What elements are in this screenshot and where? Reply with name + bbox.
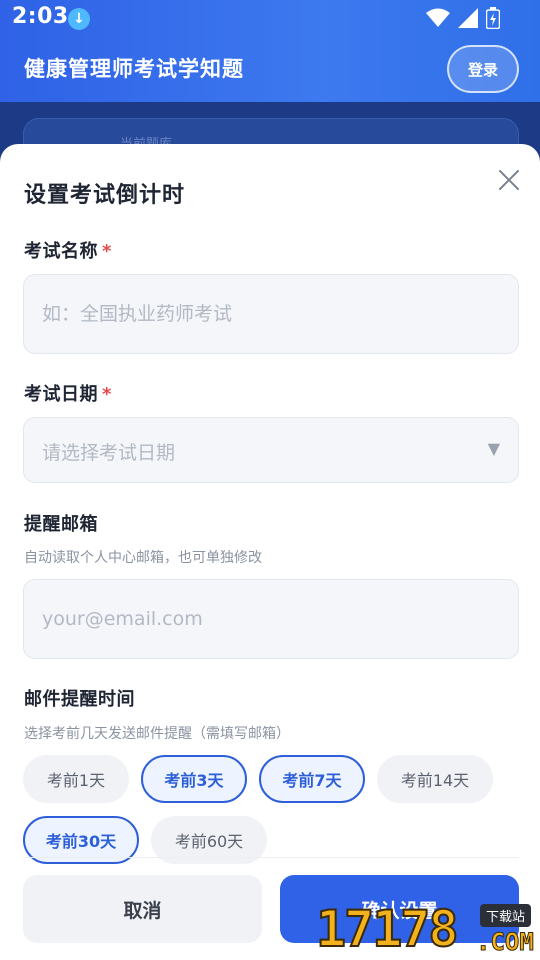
reminder-chip-1[interactable]: 考前1天 bbox=[23, 755, 129, 803]
countdown-sheet: 设置考试倒计时 考试名称* 考试日期* 请选择考试日期 ▼ 提醒邮箱 自动读取个… bbox=[0, 144, 540, 960]
wifi-icon bbox=[426, 8, 450, 27]
email-field[interactable] bbox=[23, 579, 519, 659]
download-icon: ↓ bbox=[68, 8, 90, 30]
reminder-chip-7[interactable]: 考前7天 bbox=[259, 755, 365, 803]
footer-divider bbox=[23, 857, 519, 858]
close-icon[interactable] bbox=[497, 168, 521, 192]
required-mark: * bbox=[102, 241, 112, 262]
exam-name-field[interactable] bbox=[23, 274, 519, 354]
exam-date-label: 考试日期 * bbox=[24, 384, 112, 405]
watermark-tag: 下载站 bbox=[480, 904, 532, 927]
status-icons bbox=[426, 7, 500, 29]
required-mark: * bbox=[102, 384, 112, 405]
exam-name-input[interactable] bbox=[24, 275, 518, 353]
email-hint: 自动读取个人中心邮箱，也可单独修改 bbox=[24, 550, 262, 566]
reminder-chip-3[interactable]: 考前3天 bbox=[141, 755, 247, 803]
status-bar: 2:03 ↓ bbox=[0, 0, 540, 36]
email-label: 提醒邮箱 bbox=[24, 514, 98, 535]
reminder-hint: 选择考前几天发送邮件提醒（需填写邮箱） bbox=[24, 726, 290, 742]
reminder-label: 邮件提醒时间 bbox=[24, 689, 135, 710]
reminder-chip-14[interactable]: 考前14天 bbox=[377, 755, 493, 803]
exam-date-placeholder: 请选择考试日期 bbox=[42, 442, 176, 464]
battery-icon bbox=[486, 7, 500, 29]
email-input[interactable] bbox=[24, 580, 518, 658]
app-title: 健康管理师考试学知题 bbox=[24, 57, 244, 81]
login-button[interactable]: 登录 bbox=[447, 45, 519, 93]
status-time: 2:03 bbox=[12, 4, 69, 29]
signal-icon bbox=[458, 8, 478, 28]
app-header: 2:03 ↓ 健康管理师考试学知题 登录 bbox=[0, 0, 540, 102]
watermark-domain: .COM bbox=[476, 928, 535, 957]
exam-date-select[interactable]: 请选择考试日期 ▼ bbox=[23, 417, 519, 483]
sheet-title: 设置考试倒计时 bbox=[24, 183, 186, 208]
watermark-logo: 17178 下载站 .COM bbox=[315, 899, 540, 960]
exam-name-label: 考试名称 * bbox=[24, 241, 112, 262]
chevron-down-icon: ▼ bbox=[487, 439, 500, 458]
watermark-number: 17178 bbox=[315, 899, 460, 959]
cancel-button[interactable]: 取消 bbox=[23, 875, 262, 943]
